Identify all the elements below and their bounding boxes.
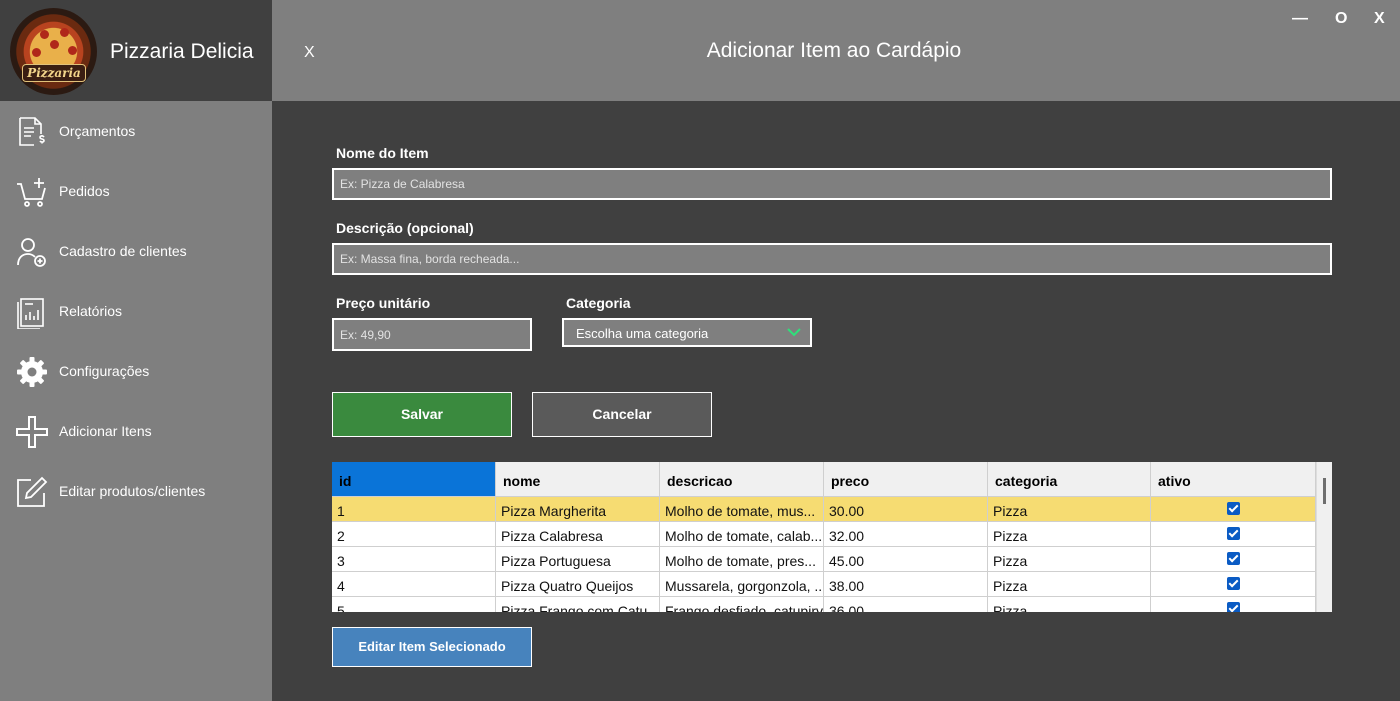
sidebar-item-configuracoes[interactable]: Configurações xyxy=(0,347,272,397)
sidebar-item-pedidos[interactable]: Pedidos xyxy=(0,167,272,217)
cancel-button[interactable]: Cancelar xyxy=(532,392,712,437)
column-header-preco[interactable]: preco xyxy=(824,462,988,497)
sidebar-item-label: Editar produtos/clientes xyxy=(59,483,206,499)
cell-descricao: Molho de tomate, pres... xyxy=(660,547,824,572)
column-header-id[interactable]: id xyxy=(332,462,496,497)
cell-nome: Pizza Frango com Catu... xyxy=(496,597,660,612)
gear-icon xyxy=(17,357,47,387)
column-header-categoria[interactable]: categoria xyxy=(988,462,1151,497)
sidebar-item-label: Orçamentos xyxy=(59,123,136,139)
description-label: Descrição (opcional) xyxy=(336,220,474,236)
sidebar-item-label: Relatórios xyxy=(59,303,123,319)
name-label: Nome do Item xyxy=(336,145,429,161)
cell-preco: 38.00 xyxy=(824,572,988,597)
table-row[interactable]: 4 Pizza Quatro Queijos Mussarela, gorgon… xyxy=(332,572,1316,597)
category-label: Categoria xyxy=(566,295,631,311)
grid-scrollbar[interactable] xyxy=(1316,462,1332,612)
category-select-value: Escolha uma categoria xyxy=(576,326,709,341)
price-label: Preço unitário xyxy=(336,295,431,311)
table-row[interactable]: 1 Pizza Margherita Molho de tomate, mus.… xyxy=(332,497,1316,522)
sidebar-item-editar[interactable]: Editar produtos/clientes xyxy=(0,467,272,517)
cell-categoria: Pizza xyxy=(988,597,1151,612)
cell-nome: Pizza Quatro Queijos xyxy=(496,572,660,597)
cell-id: 3 xyxy=(332,547,496,572)
edit-selected-item-button[interactable]: Editar Item Selecionado xyxy=(332,627,532,667)
cell-nome: Pizza Calabresa xyxy=(496,522,660,547)
minimize-button[interactable]: — xyxy=(1292,10,1308,28)
cell-preco: 30.00 xyxy=(824,497,988,522)
cell-nome: Pizza Portuguesa xyxy=(496,547,660,572)
cell-categoria: Pizza xyxy=(988,522,1151,547)
cell-preco: 32.00 xyxy=(824,522,988,547)
user-add-icon xyxy=(17,238,46,267)
brand-name: Pizzaria Delicia xyxy=(110,40,254,63)
grid-scrollbar-thumb[interactable] xyxy=(1323,478,1326,504)
ativo-checkbox[interactable] xyxy=(1227,577,1240,590)
cell-preco: 36.00 xyxy=(824,597,988,612)
table-row[interactable]: 3 Pizza Portuguesa Molho de tomate, pres… xyxy=(332,547,1316,572)
ativo-checkbox[interactable] xyxy=(1227,602,1240,612)
invoice-dollar-icon xyxy=(19,117,45,146)
cell-ativo xyxy=(1151,597,1316,612)
edit-icon xyxy=(17,476,48,507)
ativo-checkbox[interactable] xyxy=(1227,552,1240,565)
cell-categoria: Pizza xyxy=(988,547,1151,572)
cell-id: 5 xyxy=(332,597,496,612)
plus-icon xyxy=(16,416,48,448)
cell-descricao: Molho de tomate, calab... xyxy=(660,522,824,547)
cell-nome: Pizza Margherita xyxy=(496,497,660,522)
ativo-checkbox[interactable] xyxy=(1227,527,1240,540)
cart-add-icon xyxy=(17,178,46,207)
chevron-down-icon xyxy=(787,328,801,337)
cell-id: 1 xyxy=(332,497,496,522)
header-bar: X Adicionar Item ao Cardápio — O X xyxy=(272,0,1400,101)
ativo-checkbox[interactable] xyxy=(1227,502,1240,515)
column-header-ativo[interactable]: ativo xyxy=(1151,462,1316,497)
cell-descricao: Mussarela, gorgonzola, ... xyxy=(660,572,824,597)
pizzaria-logo: Pizzaria xyxy=(10,8,97,95)
sidebar: Pizzaria Pizzaria Delicia Orçamentos Ped… xyxy=(0,0,272,701)
description-input[interactable] xyxy=(332,243,1332,275)
report-icon xyxy=(17,298,44,329)
table-row[interactable]: 5 Pizza Frango com Catu... Frango desfia… xyxy=(332,597,1316,612)
cell-categoria: Pizza xyxy=(988,572,1151,597)
sidebar-item-relatorios[interactable]: Relatórios xyxy=(0,287,272,337)
cell-id: 2 xyxy=(332,522,496,547)
sidebar-item-cadastro-clientes[interactable]: Cadastro de clientes xyxy=(0,227,272,277)
sidebar-item-label: Configurações xyxy=(59,363,150,379)
logo-banner: Pizzaria xyxy=(22,64,86,82)
cell-ativo xyxy=(1151,547,1316,572)
items-grid[interactable]: id nome descricao preco categoria ativo … xyxy=(332,462,1332,612)
sidebar-item-label: Adicionar Itens xyxy=(59,423,152,439)
page-title: Adicionar Item ao Cardápio xyxy=(706,39,962,62)
cell-categoria: Pizza xyxy=(988,497,1151,522)
cell-descricao: Frango desfiado, catupiry... xyxy=(660,597,824,612)
sidebar-item-adicionar-itens[interactable]: Adicionar Itens xyxy=(0,407,272,457)
table-row[interactable]: 2 Pizza Calabresa Molho de tomate, calab… xyxy=(332,522,1316,547)
item-name-input[interactable] xyxy=(332,168,1332,200)
grid-header: id nome descricao preco categoria ativo xyxy=(332,462,1316,497)
cell-ativo xyxy=(1151,497,1316,522)
maximize-button[interactable]: O xyxy=(1335,10,1347,28)
save-button[interactable]: Salvar xyxy=(332,392,512,437)
cell-ativo xyxy=(1151,572,1316,597)
cell-preco: 45.00 xyxy=(824,547,988,572)
window-close-button[interactable]: X xyxy=(1374,10,1385,28)
sidebar-item-orcamentos[interactable]: Orçamentos xyxy=(0,107,272,157)
price-input[interactable] xyxy=(332,318,532,351)
cell-id: 4 xyxy=(332,572,496,597)
sidebar-item-label: Pedidos xyxy=(59,183,110,199)
brand-area: Pizzaria Pizzaria Delicia xyxy=(0,0,272,101)
cell-ativo xyxy=(1151,522,1316,547)
category-select[interactable]: Escolha uma categoria xyxy=(562,318,812,347)
column-header-nome[interactable]: nome xyxy=(496,462,660,497)
column-header-descricao[interactable]: descricao xyxy=(660,462,824,497)
cell-descricao: Molho de tomate, mus... xyxy=(660,497,824,522)
sidebar-item-label: Cadastro de clientes xyxy=(59,243,187,259)
